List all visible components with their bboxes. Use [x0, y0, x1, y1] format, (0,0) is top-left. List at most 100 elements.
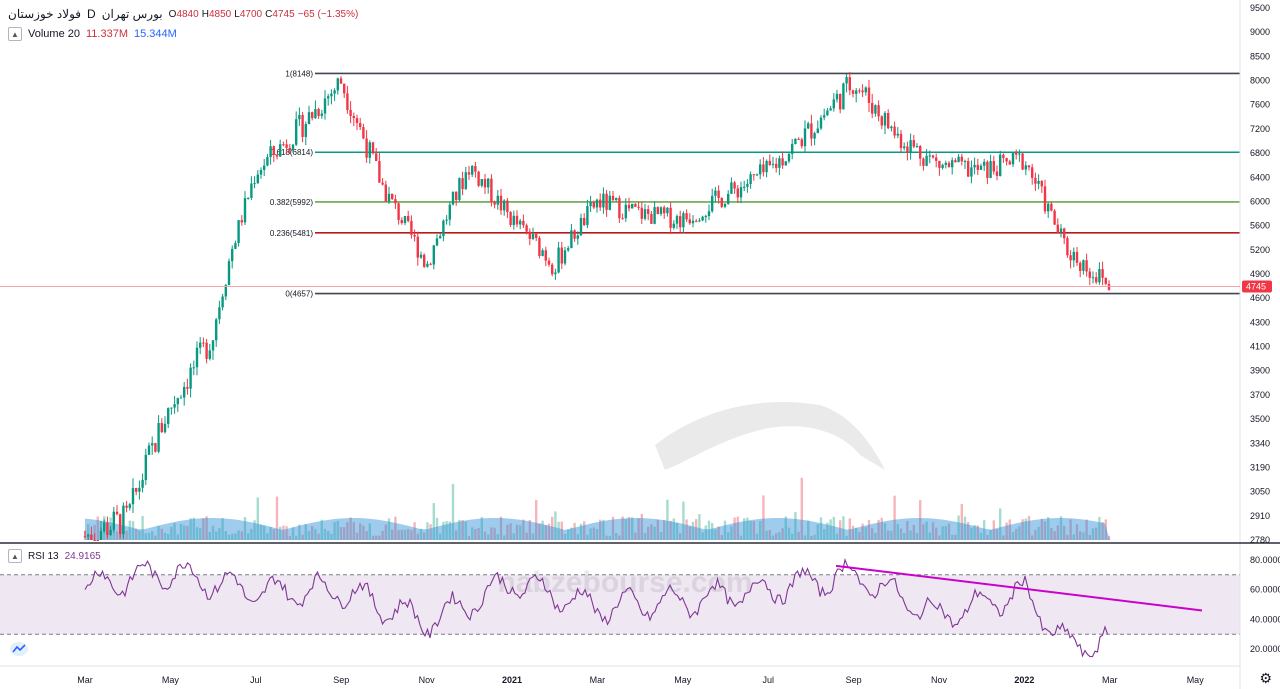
time-tick-label: May [1187, 675, 1205, 685]
symbol-title[interactable]: فولاد خوزستان [8, 7, 81, 21]
candle-body [199, 342, 202, 348]
time-tick-label: Mar [590, 675, 606, 685]
candle-body [208, 350, 211, 359]
candle-body [336, 78, 339, 91]
candle-body [106, 522, 109, 536]
candle-body [1050, 203, 1053, 211]
fibonacci-retracement[interactable]: 1(8148)0.618(6814)0.382(5992)0.236(5481)… [270, 69, 1240, 299]
candle-body [720, 198, 723, 207]
fib-level-label: 0.382(5992) [270, 198, 313, 207]
interval-label[interactable]: D [87, 7, 96, 21]
candle-body [666, 207, 669, 214]
candle-body [186, 386, 189, 389]
candle-body [320, 113, 323, 116]
candle-body [519, 220, 522, 225]
candle-body [387, 193, 391, 202]
candle-body [992, 161, 995, 172]
candle-body [874, 105, 877, 114]
candle-body [909, 140, 912, 153]
candle-body [931, 155, 935, 158]
candle-body [1101, 269, 1104, 278]
candle-body [490, 178, 493, 202]
candle-body [269, 146, 272, 158]
candle-body [1095, 277, 1098, 283]
candle-body [1059, 228, 1063, 233]
candle-body [643, 209, 647, 219]
time-tick-label: 2021 [502, 675, 522, 685]
candle-body [487, 178, 490, 188]
candle-body [701, 216, 704, 221]
volume-label[interactable]: Volume 20 [28, 28, 80, 40]
tradingview-logo-icon[interactable] [10, 642, 28, 656]
candle-body [663, 207, 666, 214]
candle-body [935, 157, 938, 161]
candle-body [615, 198, 618, 201]
candle-body [272, 146, 275, 155]
candle-body [573, 230, 576, 239]
candle-body [211, 340, 215, 351]
candle-body [381, 182, 384, 185]
candle-body [579, 217, 583, 236]
candle-body [1043, 186, 1047, 212]
candle-body [407, 216, 410, 221]
candle-body [176, 398, 179, 405]
gear-icon[interactable]: ⚙ [1259, 670, 1272, 687]
rsi-label[interactable]: RSI 13 [28, 551, 59, 562]
candle-body [259, 170, 263, 175]
candle-body [179, 397, 183, 399]
candle-body [256, 174, 259, 184]
candle-body [119, 514, 122, 535]
candle-body [87, 534, 90, 537]
candle-body [746, 184, 749, 187]
candle-body [93, 540, 96, 541]
candle-body [1005, 158, 1008, 162]
candle-body [1008, 161, 1011, 165]
price-tick-label: 6400 [1250, 172, 1270, 182]
price-tick-label: 3340 [1250, 438, 1270, 448]
candle-body [752, 174, 755, 176]
candle-body [963, 161, 967, 163]
price-tick-label: 5200 [1250, 245, 1270, 255]
candle-body [816, 128, 819, 134]
candle-body [1098, 269, 1101, 283]
candle-body [1091, 277, 1095, 279]
time-axis[interactable]: Mar May Jul Sep Nov 2021 Mar May Jul Sep Nov 2022 Ma… [77, 675, 1204, 685]
candle-body [1034, 177, 1037, 184]
price-tick-label: 8500 [1250, 51, 1270, 61]
candle-body [563, 250, 567, 264]
price-tick-label: 2910 [1250, 511, 1270, 521]
candle-body [1085, 260, 1088, 272]
candle-body [640, 207, 643, 219]
chevron-up-icon[interactable]: ▲ [8, 549, 22, 563]
chart-canvas[interactable]: nabzebourse.com 1(8148)0.618(6814)0.382(… [0, 0, 1280, 689]
candle-body [461, 178, 464, 190]
candle-body [554, 272, 557, 275]
candle-body [451, 191, 455, 205]
candle-body [378, 161, 381, 183]
candle-body [1011, 152, 1015, 165]
candle-body [83, 536, 87, 538]
candle-body [355, 118, 359, 124]
candle-body [247, 197, 250, 199]
volume-value-2: 15.344M [133, 28, 177, 40]
candle-body [477, 171, 480, 186]
candle-body [458, 178, 461, 201]
time-tick-label: Jul [762, 675, 774, 685]
candle-body [1015, 152, 1018, 155]
time-tick-label: May [674, 675, 692, 685]
candle-body [813, 133, 816, 139]
candle-body [983, 161, 986, 166]
candle-body [621, 218, 624, 220]
candle-body [167, 408, 170, 424]
candle-body [1021, 153, 1024, 170]
candle-body [314, 109, 317, 119]
ohlc-values: O4840 H4850 L4700 C4745 −65 (−1.35%) [169, 8, 359, 20]
candle-body [928, 155, 931, 157]
candle-body [1047, 203, 1050, 212]
candle-body [122, 505, 125, 535]
candle-body [669, 207, 672, 228]
candle-body [688, 219, 691, 224]
candle-body [442, 220, 445, 237]
candle-body [1088, 271, 1091, 278]
chevron-up-icon[interactable]: ▲ [8, 27, 22, 41]
